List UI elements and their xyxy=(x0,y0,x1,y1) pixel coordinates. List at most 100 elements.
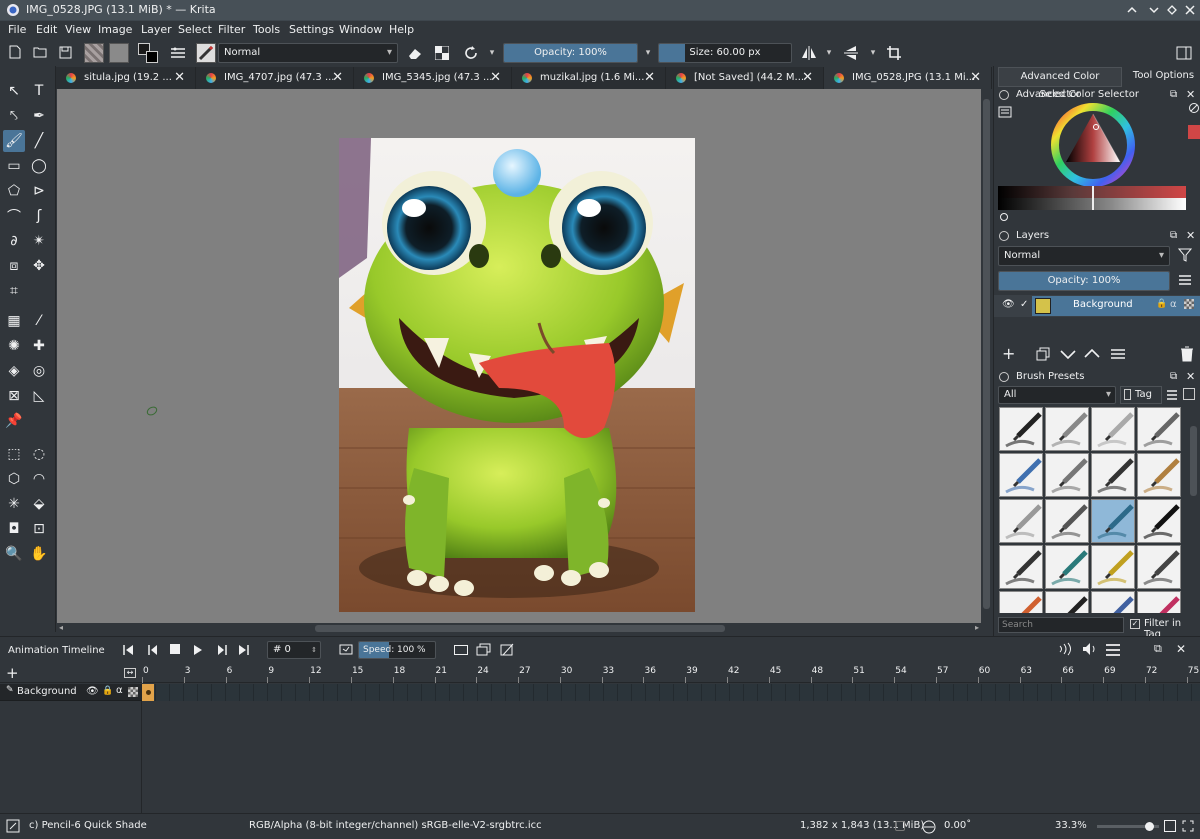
scrollbar-thumb[interactable] xyxy=(315,625,725,632)
move-layer-up-icon[interactable] xyxy=(1084,349,1100,359)
playback-speed-slider[interactable]: Speed: 100 % xyxy=(358,641,436,659)
minimize-icon[interactable] xyxy=(1147,3,1161,17)
inherit-alpha-icon[interactable] xyxy=(1184,299,1194,309)
brush-preset-item[interactable] xyxy=(1137,453,1181,497)
reference-images-icon[interactable]: 📌 xyxy=(3,410,25,432)
text-tool-icon[interactable]: T xyxy=(28,80,50,102)
dock-lock-icon[interactable] xyxy=(999,90,1009,100)
polyline-tool-icon[interactable]: ⊳ xyxy=(28,180,50,202)
tab-img-0528[interactable]: IMG_0528.JPG (13.1 Mi... ✕ xyxy=(824,67,992,89)
add-layer-icon[interactable]: + xyxy=(1002,346,1015,362)
brush-preset-item[interactable] xyxy=(1045,545,1089,589)
preserve-alpha-icon[interactable] xyxy=(433,44,451,62)
menu-layer[interactable]: Layer xyxy=(141,23,172,36)
edit-shapes-icon[interactable]: ⤣ xyxy=(3,105,25,127)
menu-help[interactable]: Help xyxy=(389,23,414,36)
blend-mode-select[interactable]: Normal ▾ xyxy=(218,43,398,63)
next-frame-icon[interactable] xyxy=(216,644,230,656)
new-document-icon[interactable] xyxy=(7,44,23,60)
menu-file[interactable]: File xyxy=(8,23,26,36)
audio-waveform-icon[interactable] xyxy=(1058,642,1074,658)
magnetic-selection-icon[interactable]: ⊡ xyxy=(28,518,50,540)
scroll-left-icon[interactable]: ◂ xyxy=(59,623,63,632)
brush-grid-scrollbar[interactable] xyxy=(1189,408,1198,613)
tab-img-5345[interactable]: IMG_5345.jpg (47.3 ... ✕ xyxy=(354,67,512,89)
multibrush-icon[interactable]: ✴ xyxy=(28,230,50,252)
brush-tag-filter-select[interactable]: All ▾ xyxy=(998,386,1116,404)
timeline-menu-icon[interactable] xyxy=(1105,643,1121,657)
brush-search-input[interactable]: Search xyxy=(998,617,1124,633)
maximize-icon[interactable] xyxy=(1165,3,1179,17)
last-frame-icon[interactable] xyxy=(238,644,252,656)
frame-cells[interactable] xyxy=(142,684,1200,701)
checkbox-icon[interactable]: ✓ xyxy=(1020,299,1028,310)
layer-properties-icon[interactable] xyxy=(1110,348,1126,360)
lock-icon[interactable]: 🔒 xyxy=(102,686,113,696)
first-frame-icon[interactable] xyxy=(122,644,136,656)
brush-preset-item[interactable] xyxy=(1045,453,1089,497)
layers-menu-icon[interactable] xyxy=(1178,274,1194,288)
add-layer-icon[interactable]: + xyxy=(6,664,19,682)
layer-blend-mode-select[interactable]: Normal ▾ xyxy=(998,246,1170,266)
brush-preset-item[interactable] xyxy=(1091,499,1135,543)
brush-preset-item[interactable] xyxy=(999,591,1043,613)
vertical-scrollbar[interactable] xyxy=(981,89,992,623)
contiguous-selection-icon[interactable]: ✳ xyxy=(3,493,25,515)
enclose-fill-icon[interactable]: ◎ xyxy=(28,360,50,382)
brush-preset-item[interactable] xyxy=(1137,499,1181,543)
keep-above-icon[interactable] xyxy=(1125,3,1139,17)
color-triangle-wheel[interactable] xyxy=(1050,102,1136,188)
chevron-down-icon[interactable]: ▾ xyxy=(642,44,654,62)
fg-bg-color-swatch[interactable] xyxy=(138,43,160,65)
foreground-color-swatch[interactable] xyxy=(1188,125,1200,139)
zoom-slider[interactable] xyxy=(1097,822,1159,831)
menu-tools[interactable]: Tools xyxy=(253,23,280,36)
workspace-icon[interactable] xyxy=(1175,44,1193,62)
calligraphy-icon[interactable]: ✒ xyxy=(28,105,50,127)
dock-lock-icon[interactable] xyxy=(999,372,1009,382)
freehand-selection-icon[interactable]: ◠ xyxy=(28,468,50,490)
status-rotation[interactable]: 0.00˚ xyxy=(944,820,971,831)
refresh-icon[interactable] xyxy=(999,212,1009,222)
smart-patch-icon[interactable]: ✺ xyxy=(3,335,25,357)
reset-color-icon[interactable] xyxy=(1188,102,1200,114)
scroll-right-icon[interactable]: ▸ xyxy=(975,623,979,632)
tab-img-4707[interactable]: IMG_4707.jpg (47.3 ... ✕ xyxy=(196,67,354,89)
chevron-down-icon[interactable]: ▾ xyxy=(868,44,878,62)
polygon-tool-icon[interactable]: ⬠ xyxy=(3,180,25,202)
pattern-preset-icon[interactable] xyxy=(109,43,129,63)
brush-preset-item[interactable] xyxy=(1045,407,1089,451)
brush-preset-item[interactable] xyxy=(1091,407,1135,451)
brush-preset-item[interactable] xyxy=(999,407,1043,451)
brush-preset-item[interactable] xyxy=(999,499,1043,543)
brush-preset-item[interactable] xyxy=(1137,407,1181,451)
gradient-tool-icon[interactable]: ▦ xyxy=(3,310,25,332)
colorize-mask-icon[interactable]: ✚ xyxy=(28,335,50,357)
visibility-eye-icon[interactable]: 👁 xyxy=(86,686,99,697)
visibility-eye-icon[interactable]: 👁 xyxy=(1002,299,1015,310)
float-icon[interactable]: ⧉ xyxy=(1154,642,1162,656)
document-image[interactable] xyxy=(339,138,695,612)
float-icon[interactable]: ⧉ xyxy=(1170,227,1177,245)
brush-import-icon[interactable] xyxy=(1183,388,1195,400)
close-icon[interactable] xyxy=(1183,3,1197,17)
opacity-slider[interactable]: Opacity: 100% xyxy=(503,43,638,63)
scrollbar-thumb[interactable] xyxy=(983,99,990,609)
close-icon[interactable]: ✕ xyxy=(802,67,813,89)
brush-preview-icon[interactable] xyxy=(6,819,20,833)
close-icon[interactable]: ✕ xyxy=(174,67,185,89)
assistant-tool-icon[interactable]: ⊠ xyxy=(3,385,25,407)
measure-tool-icon[interactable]: ◺ xyxy=(28,385,50,407)
menu-window[interactable]: Window xyxy=(339,23,382,36)
close-icon[interactable]: ✕ xyxy=(332,67,343,89)
brush-view-menu-icon[interactable] xyxy=(1166,389,1178,401)
brush-preset-item[interactable] xyxy=(999,545,1043,589)
close-icon[interactable]: ✕ xyxy=(1176,642,1186,656)
previous-frame-icon[interactable] xyxy=(147,644,161,656)
delete-layer-icon[interactable] xyxy=(1180,346,1194,362)
fit-page-icon[interactable] xyxy=(1164,820,1176,832)
color-selector-settings-icon[interactable] xyxy=(998,106,1016,120)
layer-row-background[interactable]: 👁 ✓ Background 🔒 α xyxy=(994,295,1200,317)
brush-preset-item[interactable] xyxy=(1137,591,1181,613)
transform-tool-icon[interactable]: ⧈ xyxy=(3,255,25,277)
